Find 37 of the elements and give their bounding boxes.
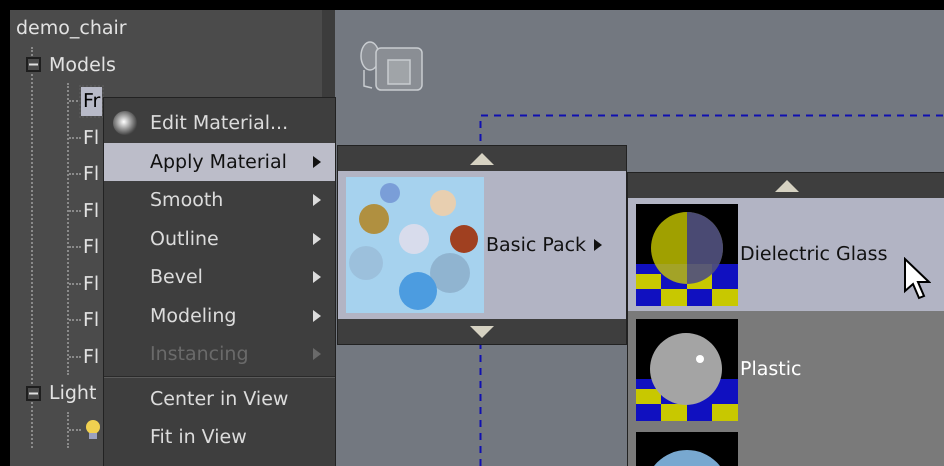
submenu-arrow-icon: [313, 156, 321, 168]
tree-root-label[interactable]: demo_chair: [16, 14, 127, 42]
tree-group-label[interactable]: Light: [49, 379, 96, 408]
menu-item[interactable]: Outline: [104, 220, 335, 258]
up-triangle-icon: [470, 152, 494, 164]
tree-item[interactable]: Fl: [81, 124, 102, 152]
tree-item[interactable]: Fl: [81, 270, 102, 298]
scroll-up-button[interactable]: [338, 146, 626, 171]
down-triangle-icon: [470, 326, 494, 338]
submenu-arrow-icon: [594, 239, 602, 251]
tree-group-label[interactable]: Models: [49, 50, 116, 79]
light-bulb-icon[interactable]: [85, 418, 101, 441]
submenu-arrow-icon: [313, 348, 321, 360]
sphere-icon: [112, 110, 138, 136]
collapse-toggle[interactable]: [26, 386, 41, 401]
tree-item[interactable]: Fl: [81, 233, 102, 262]
tree-item[interactable]: Fl: [81, 306, 102, 334]
tree-item[interactable]: Fl: [81, 196, 102, 225]
scroll-down-button[interactable]: [338, 319, 626, 344]
menu-item[interactable]: Bevel: [104, 258, 335, 296]
tree-item[interactable]: Fl: [81, 342, 102, 371]
menu-item[interactable]: Smooth: [104, 181, 335, 220]
submenu-arrow-icon: [313, 232, 321, 245]
menu-item[interactable]: Edit Material...: [104, 104, 335, 142]
tree-item[interactable]: Fl: [81, 160, 102, 188]
menu-item[interactable]: Modeling: [104, 296, 335, 335]
menu-item[interactable]: Apply Material: [104, 142, 335, 181]
mouse-pointer-icon: [903, 257, 931, 301]
tree-item[interactable]: Fr: [81, 87, 102, 116]
up-triangle-icon: [775, 180, 799, 192]
menu-item[interactable]: Fit in View: [104, 418, 335, 456]
material-item[interactable]: Dielectric Glass: [628, 198, 944, 311]
menu-item[interactable]: Center in View: [104, 380, 335, 418]
submenu-arrow-icon: [313, 271, 321, 284]
collapse-toggle[interactable]: [26, 57, 41, 72]
submenu-arrow-icon: [313, 194, 321, 206]
submenu-arrow-icon: [313, 310, 321, 322]
